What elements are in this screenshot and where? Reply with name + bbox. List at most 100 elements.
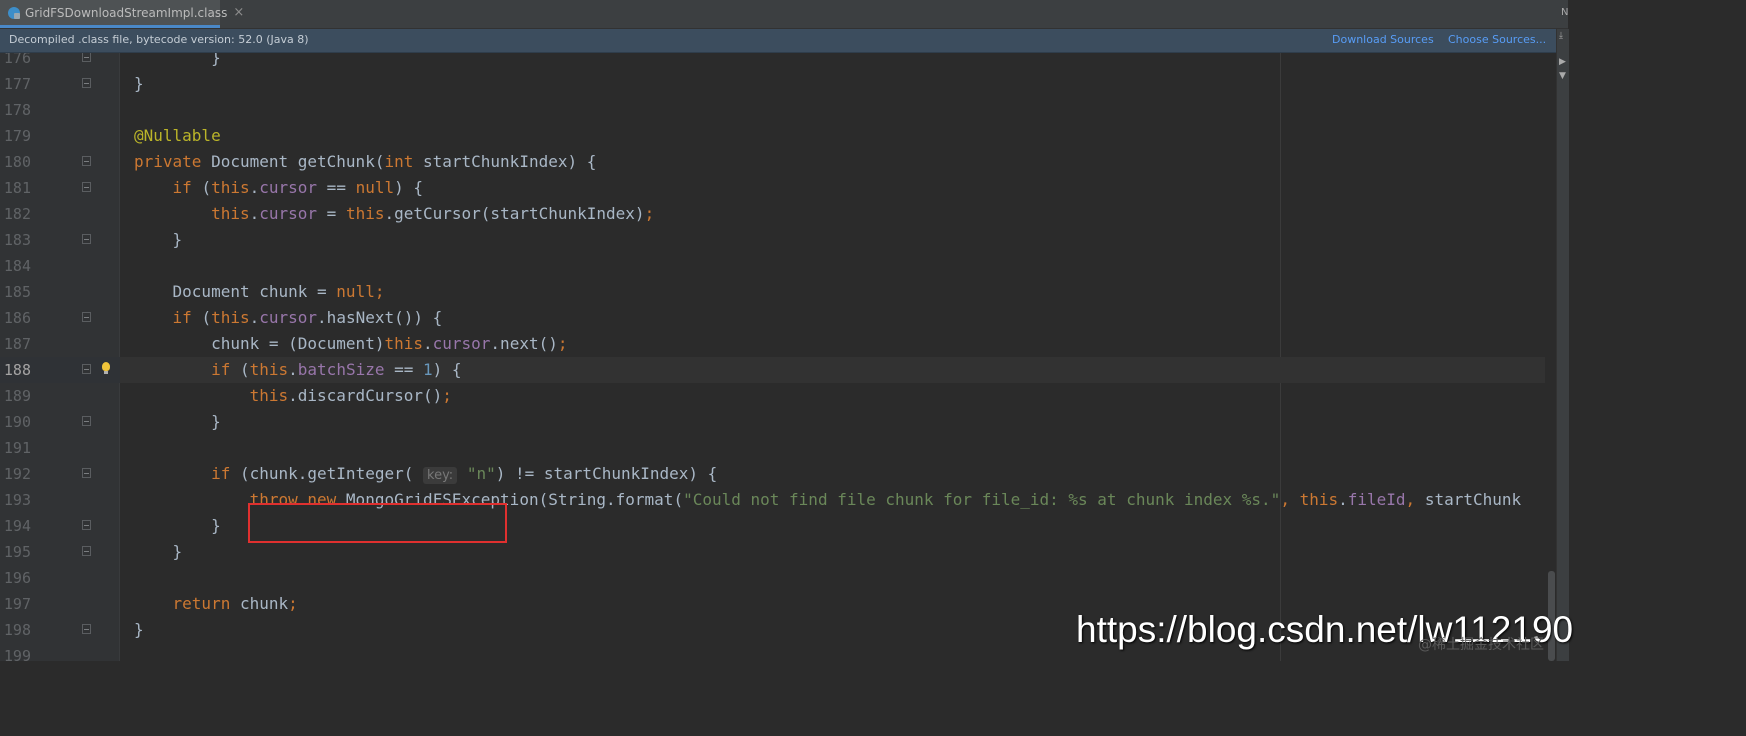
code-line[interactable]: 183 }: [0, 227, 1556, 253]
code-token: if: [172, 178, 202, 197]
fold-marker-icon[interactable]: [82, 520, 91, 530]
code-token: .discardCursor(): [288, 386, 443, 405]
fold-marker-icon[interactable]: [82, 53, 91, 62]
code-editor[interactable]: 176 } 177} 178 179 @Nullable 180 private Docum…: [0, 53, 1556, 661]
code-text: }: [134, 513, 221, 539]
code-line[interactable]: 192 if (chunk.getInteger( key: "n") != s…: [0, 461, 1556, 487]
code-line[interactable]: 179 @Nullable: [0, 123, 1556, 149]
code-token: }: [134, 542, 183, 561]
code-line[interactable]: 186 if (this.cursor.hasNext()) {: [0, 305, 1556, 331]
code-line[interactable]: 178: [0, 97, 1556, 123]
code-text: if (this.cursor.hasNext()) {: [134, 305, 443, 331]
code-token: 1: [423, 360, 433, 379]
fold-marker-icon[interactable]: [82, 416, 91, 426]
code-token: cursor: [259, 204, 318, 223]
fold-marker-icon[interactable]: [82, 364, 91, 374]
code-token: (: [201, 308, 212, 327]
fold-marker-icon[interactable]: [82, 468, 91, 478]
code-line[interactable]: 180 private Document getChunk(int startCh…: [0, 149, 1556, 175]
code-token: ) {: [394, 178, 424, 197]
code-token: ;: [442, 386, 452, 405]
code-text: return chunk;: [134, 591, 298, 617]
code-token: startChunkIndex) {: [422, 152, 597, 171]
decompiled-notice-bar: Decompiled .class file, bytecode version…: [0, 29, 1556, 53]
code-token: this: [211, 178, 250, 197]
code-token: MongoGridFSException(String.: [345, 490, 616, 509]
line-number: 199: [3, 647, 31, 661]
code-token: chunk: [239, 594, 289, 613]
line-number: 194: [3, 517, 31, 535]
code-line[interactable]: 176 }: [0, 53, 1556, 71]
code-line[interactable]: 195 }: [0, 539, 1556, 565]
code-text: if (chunk.getInteger( key: "n") != start…: [134, 461, 717, 489]
intention-bulb-icon[interactable]: [102, 362, 110, 374]
choose-sources-link[interactable]: Choose Sources...: [1448, 33, 1546, 46]
line-number: 182: [3, 205, 31, 223]
code-token: this: [384, 334, 423, 353]
code-line[interactable]: 187 chunk = (Document)this.cursor.next()…: [0, 331, 1556, 357]
code-token: "Could not find file chunk for file_id: …: [683, 490, 1281, 509]
fold-marker-icon[interactable]: [82, 624, 91, 634]
code-line[interactable]: 177}: [0, 71, 1556, 97]
line-number: 198: [3, 621, 31, 639]
code-line[interactable]: 194 }: [0, 513, 1556, 539]
close-icon[interactable]: ×: [233, 5, 244, 20]
code-token: ;: [288, 594, 298, 613]
code-line[interactable]: 189 this.discardCursor();: [0, 383, 1556, 409]
code-line[interactable]: 185 Document chunk = null;: [0, 279, 1556, 305]
code-text: if (this.batchSize == 1) {: [134, 357, 462, 383]
play-arrow-icon[interactable]: ▶: [1559, 57, 1566, 67]
code-line[interactable]: 182 this.cursor = this.getCursor(startCh…: [0, 201, 1556, 227]
line-number: 195: [3, 543, 31, 561]
code-line[interactable]: 181 if (this.cursor == null) {: [0, 175, 1556, 201]
line-number: 177: [3, 75, 31, 93]
download-icon[interactable]: ⤓: [1559, 31, 1563, 41]
download-sources-link[interactable]: Download Sources: [1332, 33, 1434, 46]
code-token: }: [134, 230, 183, 249]
vertical-scrollbar[interactable]: [1545, 53, 1556, 661]
watermark-community: @稀土掘金技术社区: [1418, 637, 1544, 653]
code-text: }: [134, 539, 183, 565]
code-line[interactable]: 196: [0, 565, 1556, 591]
fold-marker-icon[interactable]: [82, 312, 91, 322]
code-token: this: [345, 204, 385, 223]
fold-marker-icon[interactable]: [82, 546, 91, 556]
code-token: null;: [336, 282, 385, 301]
fold-marker-icon[interactable]: [82, 156, 91, 166]
code-token: @Nullable: [134, 126, 221, 145]
code-token: if: [211, 464, 240, 483]
code-token: .getCursor(startChunkIndex): [384, 204, 645, 223]
java-class-icon: [8, 6, 20, 19]
code-line[interactable]: 191: [0, 435, 1556, 461]
tab-gridfs-download-stream-impl[interactable]: GridFSDownloadStreamImpl.class ×: [0, 0, 244, 28]
code-token: Document getChunk(: [211, 152, 385, 171]
code-line[interactable]: 184: [0, 253, 1556, 279]
code-token: (: [201, 178, 212, 197]
editor-tab-bar: GridFSDownloadStreamImpl.class × N: [0, 0, 1568, 29]
fold-marker-icon[interactable]: [82, 78, 91, 88]
code-line[interactable]: 188 if (this.batchSize == 1) {: [0, 357, 1556, 383]
code-line[interactable]: 193 throw new MongoGridFSException(Strin…: [0, 487, 1556, 513]
code-token: }: [134, 412, 221, 431]
code-token: if: [211, 360, 240, 379]
code-line[interactable]: 190 }: [0, 409, 1556, 435]
fold-marker-icon[interactable]: [82, 182, 91, 192]
line-number: 190: [3, 413, 31, 431]
code-token: (: [239, 360, 250, 379]
code-token: fileId: [1347, 490, 1406, 509]
fold-marker-icon[interactable]: [82, 234, 91, 244]
code-token: cursor: [259, 178, 318, 197]
code-token: this: [211, 308, 250, 327]
code-token: .: [422, 334, 433, 353]
code-token: ==: [384, 360, 424, 379]
expand-arrow-icon[interactable]: ▼: [1559, 71, 1566, 81]
code-token: this: [211, 204, 250, 223]
code-text: }: [134, 409, 221, 435]
code-token: ,: [1280, 490, 1300, 509]
code-token: Document chunk =: [134, 282, 337, 301]
